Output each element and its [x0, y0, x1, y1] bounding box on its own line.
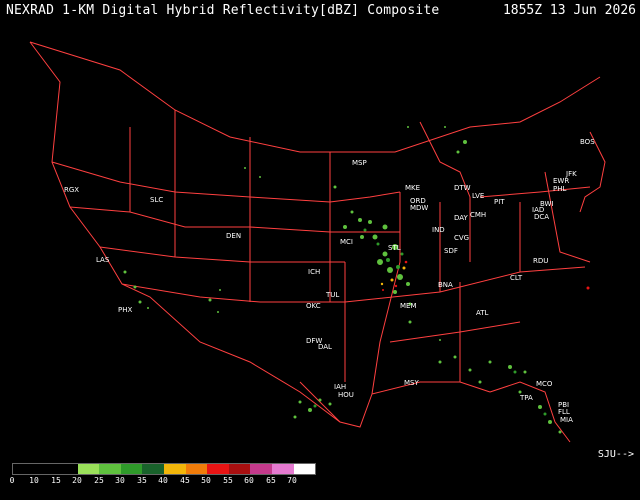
legend-swatch	[13, 464, 35, 474]
station-label: IAH	[334, 383, 346, 391]
legend-tick: 30	[115, 476, 125, 485]
station-label: MSP	[352, 159, 367, 167]
station-label: MCO	[536, 380, 553, 388]
legend-tick: 25	[94, 476, 104, 485]
state-borders	[29, 41, 606, 443]
radar-map: RGX SLC DEN LAS PHX MSP MKE ORD MDW DTW …	[29, 41, 606, 443]
station-label: TUL	[325, 291, 339, 299]
station-label: MEM	[400, 302, 417, 310]
reflectivity-legend	[12, 463, 316, 475]
station-label: MKE	[405, 184, 420, 192]
map-title: NEXRAD 1-KM Digital Hybrid Reflectivity[…	[6, 3, 440, 18]
legend-tick: 65	[266, 476, 276, 485]
legend-tick: 15	[51, 476, 61, 485]
station-label: DAL	[318, 343, 332, 351]
legend-swatch	[207, 464, 229, 474]
station-label: PHX	[118, 306, 132, 314]
station-label: DAY	[454, 214, 469, 222]
station-label: STL	[388, 244, 401, 252]
station-label: EWR	[553, 177, 569, 185]
station-label: DCA	[534, 213, 549, 221]
map-timestamp: 1855Z 13 Jun 2026	[502, 3, 636, 18]
station-label: LVE	[472, 192, 484, 200]
station-label: BNA	[438, 281, 453, 289]
legend-swatch	[56, 464, 78, 474]
station-label: PHL	[553, 185, 566, 193]
legend-tick: 10	[29, 476, 39, 485]
station-label: MIA	[560, 416, 573, 424]
legend-swatch	[164, 464, 186, 474]
station-label: DTW	[454, 184, 471, 192]
station-label: MCI	[340, 238, 353, 246]
legend-tick: 60	[244, 476, 254, 485]
legend-swatch	[120, 464, 143, 474]
station-label: RDU	[533, 257, 548, 265]
legend-swatch	[271, 464, 294, 474]
station-label: CLT	[510, 274, 523, 282]
station-label: MSY	[404, 379, 419, 387]
legend-swatch	[228, 464, 251, 474]
legend-tick: 50	[201, 476, 211, 485]
station-label: TPA	[519, 394, 533, 402]
legend-swatch	[34, 464, 57, 474]
station-label: FLL	[558, 408, 570, 416]
station-label: SDF	[444, 247, 458, 255]
station-label: ICH	[308, 268, 320, 276]
station-label: MDW	[410, 204, 428, 212]
station-label: CMH	[470, 211, 486, 219]
legend-tick: 45	[180, 476, 190, 485]
legend-tick: 55	[223, 476, 233, 485]
station-label: IND	[432, 226, 445, 234]
station-label: LAS	[96, 256, 110, 264]
legend-swatch	[250, 464, 272, 474]
station-label: DEN	[226, 232, 241, 240]
legend-tick: 70	[287, 476, 297, 485]
station-label: PIT	[494, 198, 505, 206]
legend-ticks: 0 10 15 20 25 30 35 40 45 50 55 60 65 70	[0, 476, 320, 490]
station-label: CVG	[454, 234, 469, 242]
station-label: HOU	[338, 391, 354, 399]
legend-swatch	[142, 464, 165, 474]
legend-tick: 0	[9, 476, 15, 485]
legend-tick: 20	[72, 476, 82, 485]
station-label: ATL	[476, 309, 489, 317]
station-label: SLC	[150, 196, 163, 204]
station-label: OKC	[306, 302, 321, 310]
legend-tick: 35	[137, 476, 147, 485]
station-label: RGX	[64, 186, 79, 194]
sju-link[interactable]: SJU-->	[598, 449, 634, 460]
header-bar: NEXRAD 1-KM Digital Hybrid Reflectivity[…	[0, 0, 640, 20]
legend-swatch	[77, 464, 100, 474]
legend-swatch	[99, 464, 121, 474]
station-label: BOS	[580, 138, 595, 146]
legend-swatch	[293, 464, 316, 474]
legend-swatch	[185, 464, 208, 474]
legend-tick: 40	[158, 476, 168, 485]
